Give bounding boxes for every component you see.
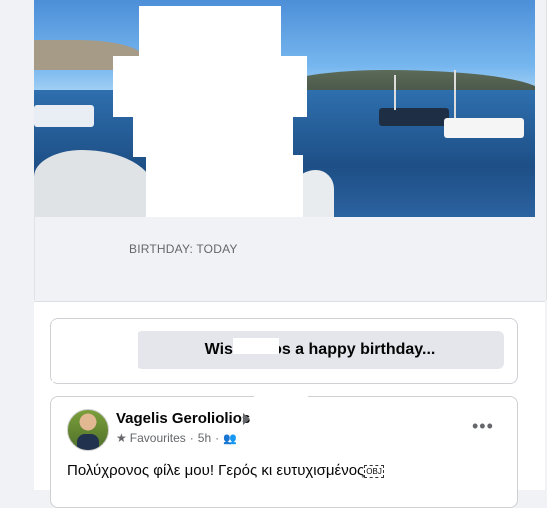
post-text: Πολύχρονος φίλε μου! Γερός κι ευτυχισμέν…	[67, 462, 384, 479]
post-text-content: Πολύχρονος φίλε μου! Γερός κι ευτυχισμέν…	[67, 462, 365, 479]
photo-mast	[394, 75, 396, 110]
separator-dot: ·	[215, 431, 220, 445]
photo-boat	[444, 118, 524, 138]
post-meta: ★ Favourites · 5h · 👥	[116, 431, 237, 445]
author-avatar[interactable]	[67, 409, 109, 451]
wish-button-label: Wish Nikos a happy birthday...	[204, 341, 436, 358]
redaction-block	[52, 321, 138, 382]
obj-placeholder-glyph: OBJ	[364, 464, 384, 478]
post-author-name[interactable]: Vagelis Geroliolios	[116, 410, 250, 427]
wish-happy-birthday-button[interactable]: Wish Nikos a happy birthday...	[136, 331, 504, 369]
star-icon: ★	[116, 431, 127, 445]
redaction-block	[139, 6, 281, 58]
avatar-figure	[77, 434, 99, 450]
triangle-right-icon	[243, 413, 250, 425]
photo-boat	[379, 108, 449, 126]
more-options-icon[interactable]: •••	[472, 417, 494, 435]
photo-boat	[34, 105, 94, 127]
redaction-block	[133, 115, 293, 157]
friends-icon[interactable]: 👥	[223, 432, 237, 445]
post-audience[interactable]: Favourites	[130, 431, 186, 445]
redaction-block	[113, 56, 307, 117]
redaction-block	[233, 338, 279, 354]
separator-dot: ·	[189, 431, 194, 445]
redaction-block	[146, 155, 303, 217]
photo-mast	[454, 70, 456, 118]
redaction-block	[306, 401, 392, 461]
birthday-label: BIRTHDAY: TODAY	[129, 242, 238, 256]
redaction-block	[254, 392, 308, 446]
post-time[interactable]: 5h	[198, 431, 211, 445]
